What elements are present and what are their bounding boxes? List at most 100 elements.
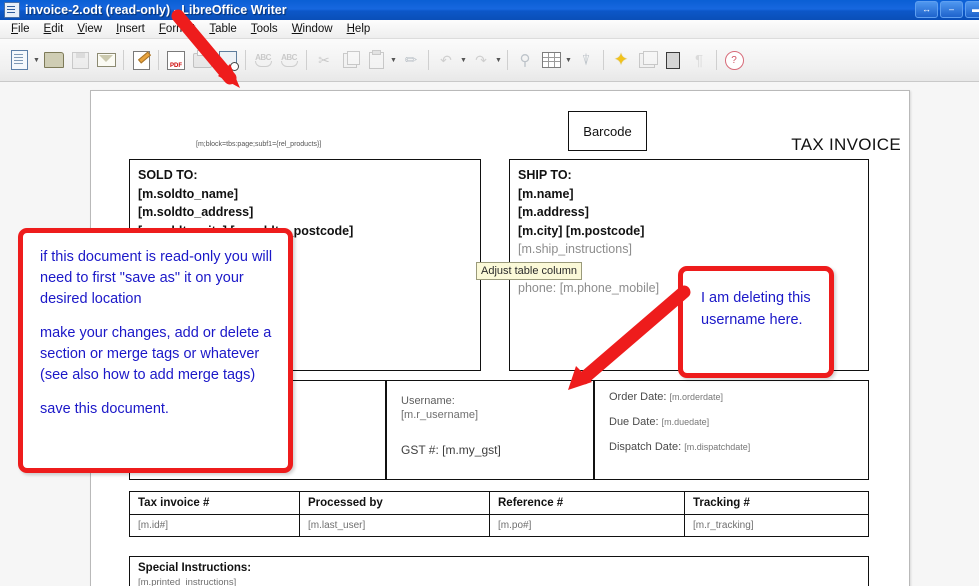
standard-toolbar: ▼ PDF ABC ABC ✂ ▼ ✏ ↶ ▼ ↷ ▼ ⚲ ▼ ⍒ ✦ ¶ ? [0, 39, 979, 82]
menu-bar: File Edit View Insert Format Table Tools… [0, 20, 979, 39]
find-replace-button[interactable]: ⚲ [513, 48, 537, 72]
due-date-tag: [m.duedate] [661, 417, 710, 427]
cut-button[interactable]: ✂ [312, 48, 336, 72]
invoice-info-table[interactable]: Tax invoice # Processed by Reference # T… [129, 491, 869, 537]
redo-button[interactable]: ↷ [469, 48, 493, 72]
special-instructions-box[interactable]: Special Instructions: [m.printed_instruc… [129, 556, 869, 586]
special-character-icon [666, 51, 680, 69]
menu-edit-label: dit [51, 23, 64, 35]
print-button[interactable] [190, 48, 214, 72]
barcode-placeholder: Barcode [568, 111, 647, 151]
spelling-button[interactable]: ABC [251, 48, 275, 72]
close-window-button[interactable]: ▬ [965, 1, 979, 18]
username-merge-tag: [m.r_username] [401, 409, 479, 421]
autospellcheck-icon: ABC [281, 52, 298, 67]
save-button[interactable] [68, 48, 92, 72]
sold-to-name-tag: [m.soldto_name] [138, 186, 239, 201]
menu-view[interactable]: View [70, 21, 109, 37]
autospellcheck-button[interactable]: ABC [277, 48, 301, 72]
menu-format-label: ormat [165, 23, 196, 35]
dispatch-date-tag: [m.dispatchdate] [684, 442, 751, 452]
insert-special-character-button[interactable] [661, 48, 685, 72]
menu-format[interactable]: Format [152, 21, 202, 37]
minimize-window-button[interactable]: – [940, 1, 963, 18]
header-processed-by: Processed by [299, 491, 490, 515]
menu-tools[interactable]: Tools [244, 21, 285, 37]
new-document-button[interactable] [7, 48, 31, 72]
paste-button[interactable] [364, 48, 388, 72]
restore-window-button[interactable]: ↔ [915, 1, 938, 18]
undo-arrow-icon: ↶ [440, 52, 452, 68]
annotation-left-para-2: make your changes, add or delete a secti… [40, 325, 272, 362]
value-reference-number: [m.po#] [489, 514, 685, 537]
dispatch-date-row: Dispatch Date: [m.dispatchdate] [609, 441, 870, 453]
insert-table-button[interactable] [539, 48, 563, 72]
menu-insert[interactable]: Insert [109, 21, 152, 37]
menu-window[interactable]: Window [285, 21, 340, 37]
edit-file-button[interactable] [129, 48, 153, 72]
help-button[interactable]: ? [722, 48, 746, 72]
insert-text-box-button[interactable]: ⍒ [574, 48, 598, 72]
menu-edit[interactable]: Edit [37, 21, 71, 37]
header-reference-number: Reference # [489, 491, 685, 515]
insert-table-dropdown-icon[interactable]: ▼ [564, 48, 573, 72]
order-date-tag: [m.orderdate] [669, 392, 724, 402]
sold-to-title: SOLD TO: [138, 168, 198, 182]
writer-document-icon [4, 2, 20, 18]
due-date-row: Due Date: [m.duedate] [609, 416, 870, 428]
menu-help[interactable]: Help [340, 21, 378, 37]
export-pdf-button[interactable]: PDF [164, 48, 188, 72]
header-tracking-number: Tracking # [684, 491, 869, 515]
menu-table-label: able [215, 23, 237, 35]
window-titlebar: invoice-2.odt (read-only) - LibreOffice … [0, 0, 979, 20]
new-document-dropdown-icon[interactable]: ▼ [32, 48, 41, 72]
menu-window-accel: W [291, 23, 303, 35]
annotation-right-text: I am deleting this username here. [701, 290, 811, 328]
menu-file-accel: F [11, 23, 19, 35]
open-folder-icon [44, 52, 64, 68]
due-date-label: Due Date: [609, 416, 659, 428]
copy-button[interactable] [338, 48, 362, 72]
paintbrush-icon: ✏ [404, 51, 418, 69]
ship-to-title: SHIP TO: [518, 168, 572, 182]
menu-file[interactable]: File [4, 21, 37, 37]
scissors-icon: ✂ [318, 52, 330, 68]
new-document-icon [10, 50, 28, 70]
order-date-row: Order Date: [m.orderdate] [609, 391, 870, 403]
ship-to-name-tag: [m.name] [518, 186, 574, 201]
toolbar-separator [428, 50, 429, 70]
help-icon: ? [724, 50, 744, 70]
toolbar-separator [716, 50, 717, 70]
block-merge-tag: [m;block=tbs:page;subf1={rel_products}] [196, 141, 322, 148]
special-instructions-title: Special Instructions: [138, 562, 252, 574]
special-instructions-tag: [m.printed_instructions] [138, 577, 237, 586]
save-disk-icon [71, 51, 89, 69]
paste-dropdown-icon[interactable]: ▼ [389, 48, 398, 72]
open-file-button[interactable] [42, 48, 66, 72]
email-document-button[interactable] [94, 48, 118, 72]
print-preview-button[interactable] [216, 48, 240, 72]
menu-file-label: ile [18, 23, 30, 35]
undo-button[interactable]: ↶ [434, 48, 458, 72]
value-tracking-number: [m.r_tracking] [684, 514, 869, 537]
insert-field-button[interactable] [635, 48, 659, 72]
undo-dropdown-icon[interactable]: ▼ [459, 48, 468, 72]
printer-icon [192, 49, 212, 68]
toolbar-separator [123, 50, 124, 70]
gallery-button[interactable]: ✦ [609, 48, 633, 72]
clone-formatting-button[interactable]: ✏ [399, 48, 423, 72]
star-icon: ✦ [613, 50, 629, 69]
toolbar-separator [603, 50, 604, 70]
menu-table[interactable]: Table [202, 21, 244, 37]
annotation-spacer [40, 386, 274, 399]
dispatch-date-label: Dispatch Date: [609, 441, 682, 453]
envelope-icon [96, 53, 116, 67]
toolbar-separator [158, 50, 159, 70]
menu-format-accel: F [158, 23, 166, 35]
copy-icon [343, 50, 360, 68]
annotation-callout-right: I am deleting this username here. [678, 266, 834, 378]
formatting-marks-button[interactable]: ¶ [687, 48, 711, 72]
annotation-callout-left: if this document is read-only you will n… [18, 228, 293, 473]
redo-dropdown-icon[interactable]: ▼ [494, 48, 503, 72]
menu-help-label: elp [354, 23, 371, 35]
